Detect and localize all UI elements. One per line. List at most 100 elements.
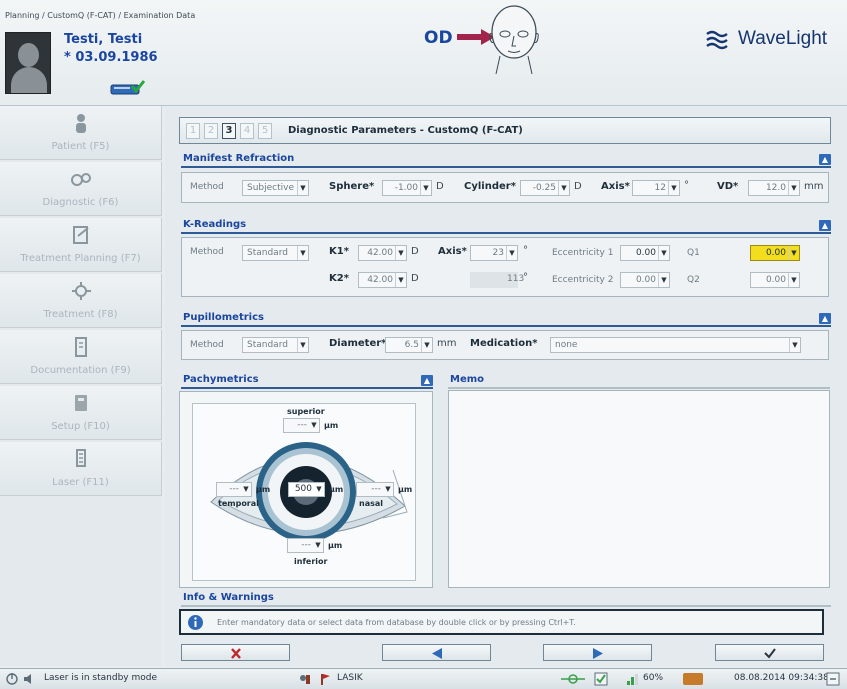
cylinder-unit: D — [574, 181, 582, 192]
pachymetrics-section-header: Pachymetrics ▲ — [181, 374, 433, 389]
inferior-label: inferior — [294, 557, 328, 566]
sidebar-item-patient[interactable]: Patient (F5) — [0, 106, 162, 160]
cancel-button[interactable] — [181, 644, 290, 661]
q1-field[interactable]: 0.00 ▼ — [750, 245, 800, 261]
connection-icon — [561, 674, 585, 684]
eccentricity-2-label: Eccentricity 2 — [552, 275, 614, 285]
pupillometrics-title: Pupillometrics — [183, 312, 264, 323]
patient-dob: * 03.09.1986 — [64, 50, 158, 65]
step-title: Diagnostic Parameters - CustomQ (F-CAT) — [288, 125, 523, 136]
laser-status-text: Laser is in standby mode — [44, 673, 158, 683]
manifest-method-select[interactable]: Subjective ▼ — [242, 180, 309, 196]
sidebar-item-documentation[interactable]: Documentation (F9) — [0, 330, 162, 384]
next-button[interactable] — [543, 644, 652, 661]
diameter-field[interactable]: 6.5 ▼ — [385, 337, 433, 353]
tools-icon — [300, 675, 310, 684]
sphere-field[interactable]: -1.00 ▼ — [382, 180, 432, 196]
sphere-label: Sphere* — [329, 181, 375, 192]
info-title: Info & Warnings — [183, 592, 274, 603]
sidebar-item-label: Setup (F10) — [51, 421, 110, 432]
power-icon — [6, 673, 18, 685]
sidebar-item-treatment[interactable]: Treatment (F8) — [0, 274, 162, 328]
center-unit: µm — [329, 485, 344, 494]
menu-icon[interactable] — [826, 672, 840, 686]
eccentricity-1-label: Eccentricity 1 — [552, 248, 614, 258]
avatar — [5, 32, 51, 94]
chevron-down-icon: ▼ — [395, 246, 406, 260]
manifest-collapse-icon[interactable]: ▲ — [819, 154, 831, 165]
planning-icon — [73, 226, 89, 244]
memo-title: Memo — [450, 374, 485, 385]
pupillometrics-section-header: Pupillometrics ▲ — [181, 312, 831, 327]
chevron-down-icon: ▼ — [315, 541, 321, 549]
sidebar-item-treatment-planning[interactable]: Treatment Planning (F7) — [0, 218, 162, 272]
chevron-down-icon: ▼ — [297, 246, 308, 260]
k-axis-field[interactable]: 23 ▼ — [470, 245, 518, 261]
sidebar-item-diagnostic[interactable]: Diagnostic (F6) — [0, 162, 162, 216]
q2-field[interactable]: 0.00 ▼ — [750, 272, 800, 288]
cylinder-field[interactable]: -0.25 ▼ — [520, 180, 570, 196]
manifest-panel: Method Subjective ▼ Sphere* -1.00 ▼ D Cyli… — [181, 172, 829, 203]
chevron-down-icon: ▼ — [421, 338, 432, 352]
kreadings-collapse-icon[interactable]: ▲ — [819, 220, 831, 231]
confirm-button[interactable] — [715, 644, 824, 661]
info-message: Enter mandatory data or select data from… — [217, 618, 576, 627]
chevron-down-icon: ▼ — [385, 485, 391, 493]
vd-field[interactable]: 12.0 ▼ — [748, 180, 800, 196]
nasal-unit: µm — [398, 485, 413, 494]
treatment-icon — [72, 282, 91, 300]
chevron-down-icon: ▼ — [788, 181, 799, 195]
close-icon — [231, 648, 241, 659]
axis-2-unit: ° — [523, 272, 528, 283]
pupillometrics-method-select[interactable]: Standard ▼ — [242, 337, 309, 353]
k1-field[interactable]: 42.00 ▼ — [358, 245, 407, 261]
datetime: 08.08.2014 09:34:38 — [734, 673, 829, 683]
q2-label: Q2 — [687, 275, 700, 285]
superior-field[interactable]: --- ▼ — [283, 418, 320, 433]
diagnostic-icon — [71, 173, 91, 186]
speaker-icon[interactable] — [22, 672, 36, 686]
step-4[interactable]: 4 — [240, 123, 254, 139]
chevron-down-icon: ▼ — [420, 181, 431, 195]
center-field[interactable]: 500 ▼ — [288, 482, 325, 497]
patient-name: Testi, Testi — [64, 32, 143, 47]
main-panel: 1 2 3 4 5 Diagnostic Parameters - Custom… — [165, 106, 847, 666]
pupillometrics-collapse-icon[interactable]: ▲ — [819, 313, 831, 324]
step-2[interactable]: 2 — [204, 123, 218, 139]
nasal-field[interactable]: --- ▼ — [356, 482, 394, 497]
step-1[interactable]: 1 — [186, 123, 200, 139]
medication-select[interactable]: none ▼ — [550, 337, 801, 353]
k1-unit: D — [411, 246, 419, 257]
pachymetrics-collapse-icon[interactable]: ▲ — [421, 375, 433, 386]
breadcrumb: Planning / CustomQ (F-CAT) / Examination… — [5, 11, 196, 20]
memo-section-header: Memo — [448, 374, 830, 389]
sidebar-item-label: Treatment (F8) — [43, 309, 118, 320]
chevron-down-icon: ▼ — [789, 338, 800, 352]
back-button[interactable] — [382, 644, 491, 661]
axis-field[interactable]: 12 ▼ — [632, 180, 680, 196]
chevron-down-icon: ▼ — [558, 181, 569, 195]
person-icon — [76, 114, 86, 133]
signal-bars-icon — [627, 674, 638, 685]
info-warnings-bar: Enter mandatory data or select data from… — [179, 609, 824, 635]
k2-field[interactable]: 42.00 ▼ — [358, 272, 407, 288]
face-eye-selector-icon[interactable] — [486, 4, 542, 74]
pachymetry-diagram: superior --- ▼ µm --- ▼ µm temporal 500 ▼ µ… — [192, 403, 416, 581]
k2-unit: D — [411, 273, 419, 284]
superior-label: superior — [287, 407, 325, 416]
memo-textarea[interactable] — [448, 390, 830, 588]
k2-label: K2* — [329, 273, 349, 284]
inferior-field[interactable]: --- ▼ — [287, 538, 324, 553]
temporal-field[interactable]: --- ▼ — [216, 482, 252, 497]
step-5[interactable]: 5 — [258, 123, 272, 139]
kreadings-panel: Method Standard ▼ K1* 42.00 ▼ D Axis* 23 ▼ … — [181, 237, 829, 297]
kreadings-section-header: K-Readings ▲ — [181, 219, 831, 234]
eccentricity-2-field[interactable]: 0.00 ▼ — [620, 272, 670, 288]
sidebar-item-setup[interactable]: Setup (F10) — [0, 386, 162, 440]
kreadings-method-select[interactable]: Standard ▼ — [242, 245, 309, 261]
sidebar-item-laser[interactable]: Laser (F11) — [0, 442, 162, 496]
chevron-down-icon: ▼ — [506, 246, 517, 260]
eccentricity-1-field[interactable]: 0.00 ▼ — [620, 245, 670, 261]
setup-icon — [75, 395, 87, 411]
step-3[interactable]: 3 — [222, 123, 236, 139]
